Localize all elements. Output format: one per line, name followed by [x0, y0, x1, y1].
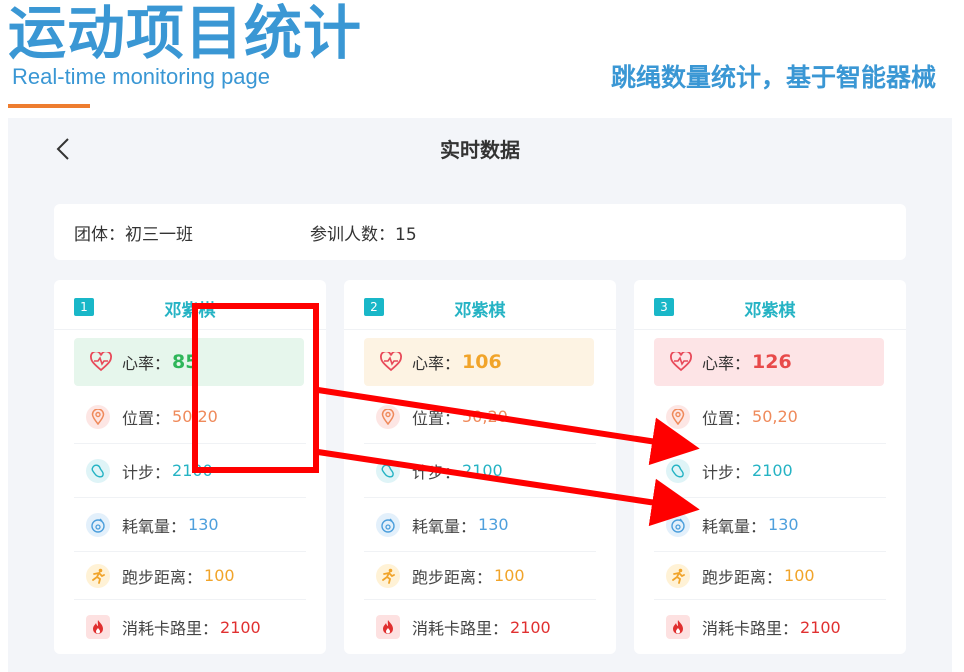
running-distance-label: 跑步距离：	[122, 567, 203, 587]
calories-value: 2100	[800, 617, 841, 637]
footprint-icon	[86, 458, 110, 483]
steps-value: 2100	[462, 461, 503, 480]
running-distance-row: 跑步距离： 100	[364, 552, 596, 600]
location-pin-icon	[666, 404, 690, 429]
running-distance-row: 跑步距离： 100	[654, 552, 886, 600]
page: 运动项目统计 Real-time monitoring page 跳绳数量统计，…	[0, 0, 964, 672]
position-value: 50,20	[462, 407, 508, 426]
heart-rate-value: 85	[172, 351, 199, 373]
footprint-icon	[666, 458, 690, 483]
steps-row: 计步： 2100	[74, 444, 306, 498]
group-info-bar: 团体：初三一班 参训人数：15	[54, 204, 906, 260]
calories-row: 消耗卡路里： 2100	[364, 600, 596, 654]
running-distance-value: 100	[204, 566, 235, 585]
heart-rate-panel: 心率： 85	[74, 338, 304, 386]
position-value: 50,20	[752, 407, 798, 426]
athlete-card[interactable]: 2 邓紫棋 心率： 106 位置： 50,20 计步： 2100 耗氧量： 13…	[344, 280, 616, 654]
banner-subtitle: Real-time monitoring page	[12, 64, 271, 89]
fire-icon	[376, 615, 400, 639]
steps-row: 计步： 2100	[364, 444, 596, 498]
calories-value: 2100	[220, 617, 261, 637]
group-name: 团体：初三一班	[74, 224, 193, 245]
heart-rate-icon	[670, 352, 692, 372]
heart-rate-value: 126	[752, 351, 792, 373]
location-pin-icon	[376, 404, 400, 429]
running-distance-label: 跑步距离：	[702, 567, 783, 587]
running-icon	[86, 563, 110, 588]
oxygen-value: 130	[768, 515, 799, 534]
heart-rate-value: 106	[462, 351, 502, 373]
position-label: 位置：	[702, 408, 751, 428]
calories-label: 消耗卡路里：	[122, 619, 219, 638]
oxygen-icon	[376, 512, 400, 537]
oxygen-label: 耗氧量：	[702, 516, 767, 536]
card-header: 3 邓紫棋	[634, 280, 906, 330]
calories-label: 消耗卡路里：	[702, 619, 799, 638]
oxygen-icon	[86, 512, 110, 537]
screen-title: 实时数据	[440, 138, 520, 162]
running-distance-label: 跑步距离：	[412, 567, 493, 587]
athlete-name: 邓紫棋	[744, 301, 796, 321]
steps-label: 计步：	[412, 462, 461, 482]
heart-rate-icon	[90, 352, 112, 372]
heart-rate-label: 心率：	[702, 354, 751, 373]
heart-rate-label: 心率：	[412, 354, 461, 373]
fire-icon	[666, 615, 690, 639]
calories-label: 消耗卡路里：	[412, 619, 509, 638]
fire-icon	[86, 615, 110, 639]
position-row: 位置： 50,20	[654, 390, 886, 444]
oxygen-label: 耗氧量：	[122, 516, 187, 536]
position-row: 位置： 50,20	[364, 390, 596, 444]
oxygen-row: 耗氧量： 130	[364, 498, 596, 552]
footprint-icon	[376, 458, 400, 483]
oxygen-label: 耗氧量：	[412, 516, 477, 536]
position-label: 位置：	[412, 408, 461, 428]
steps-value: 2100	[752, 461, 793, 480]
location-pin-icon	[86, 404, 110, 429]
oxygen-icon	[666, 512, 690, 537]
heart-rate-panel: 心率： 106	[364, 338, 594, 386]
position-label: 位置：	[122, 408, 171, 428]
calories-value: 2100	[510, 617, 551, 637]
banner-underline	[8, 104, 90, 108]
steps-row: 计步： 2100	[654, 444, 886, 498]
oxygen-row: 耗氧量： 130	[654, 498, 886, 552]
athlete-name: 邓紫棋	[454, 301, 506, 321]
running-distance-value: 100	[784, 566, 815, 585]
heart-rate-panel: 心率： 126	[654, 338, 884, 386]
steps-label: 计步：	[702, 462, 751, 482]
oxygen-row: 耗氧量： 130	[74, 498, 306, 552]
running-distance-value: 100	[494, 566, 525, 585]
running-icon	[376, 563, 400, 588]
position-row: 位置： 50,20	[74, 390, 306, 444]
oxygen-value: 130	[188, 515, 219, 534]
calories-row: 消耗卡路里： 2100	[654, 600, 886, 654]
athlete-card[interactable]: 3 邓紫棋 心率： 126 位置： 50,20 计步： 2100 耗氧量： 13…	[634, 280, 906, 654]
participant-count: 参训人数：15	[310, 224, 417, 245]
calories-row: 消耗卡路里： 2100	[74, 600, 306, 654]
banner-right-title: 跳绳数量统计，基于智能器械	[610, 63, 936, 92]
card-header: 1 邓紫棋	[54, 280, 326, 330]
running-distance-row: 跑步距离： 100	[74, 552, 306, 600]
banner-main-title: 运动项目统计	[8, 0, 363, 67]
heart-rate-icon	[380, 352, 402, 372]
card-header: 2 邓紫棋	[344, 280, 616, 330]
steps-value: 2100	[172, 461, 213, 480]
athlete-name: 邓紫棋	[164, 301, 216, 321]
heart-rate-label: 心率：	[122, 354, 171, 373]
running-icon	[666, 563, 690, 588]
position-value: 50,20	[172, 407, 218, 426]
app-screen: 实时数据 团体：初三一班 参训人数：15 1 邓紫棋 心率： 85 位置： 50…	[8, 118, 952, 672]
oxygen-value: 130	[478, 515, 509, 534]
athlete-card[interactable]: 1 邓紫棋 心率： 85 位置： 50,20 计步： 2100 耗氧量： 130…	[54, 280, 326, 654]
steps-label: 计步：	[122, 462, 171, 482]
